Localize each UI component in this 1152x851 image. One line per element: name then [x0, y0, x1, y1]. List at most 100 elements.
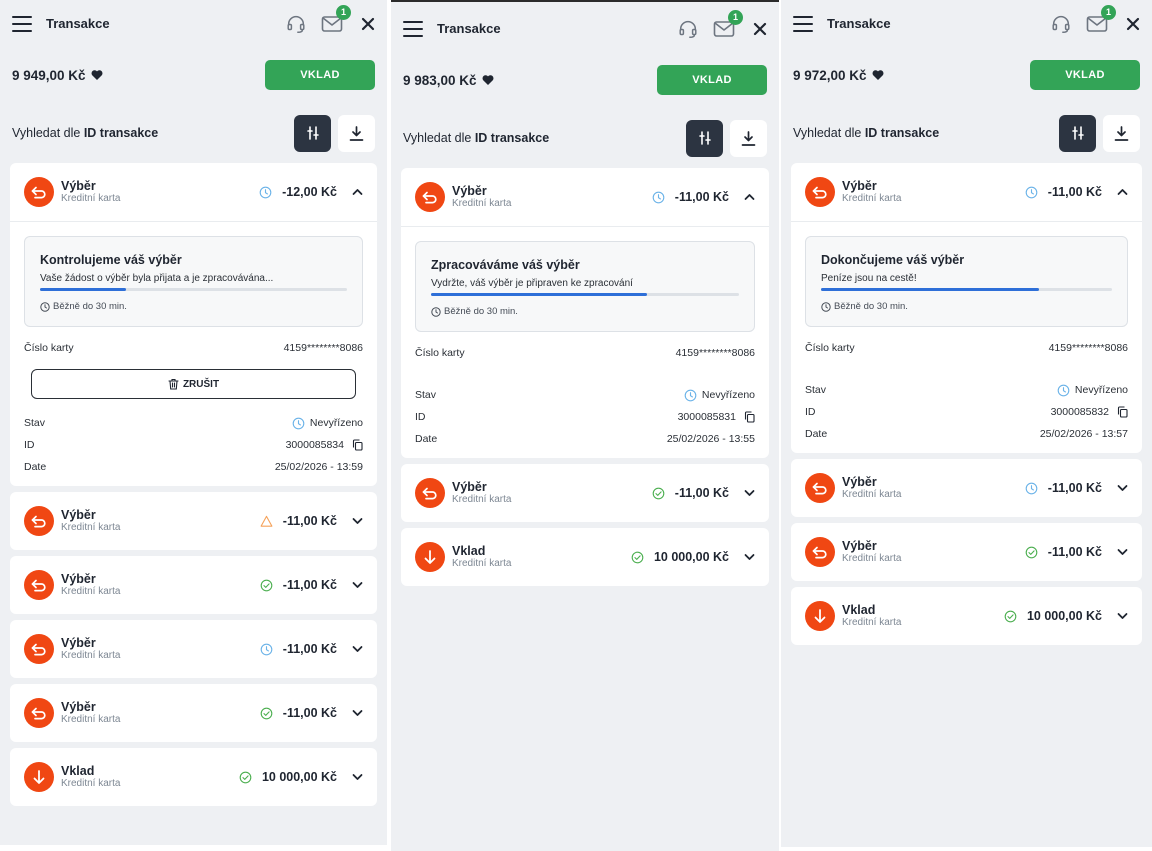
search-field-name: ID transakce	[864, 126, 940, 140]
withdraw-icon	[24, 177, 54, 207]
download-button[interactable]	[730, 119, 767, 157]
transaction-header[interactable]: Výběr Kreditní karta -11,00 Kč	[10, 492, 377, 550]
inbox-button[interactable]: 1	[713, 9, 743, 38]
transaction-card[interactable]: Výběr Kreditní karta -11,00 Kč	[791, 523, 1142, 581]
transaction-header[interactable]: Výběr Kreditní karta -11,00 Kč	[10, 556, 377, 614]
card-number-row: Číslo karty 4159********8086	[805, 337, 1128, 359]
hamburger-menu-icon[interactable]	[12, 15, 32, 32]
balance-selector[interactable]: 9 949,00 Kč	[12, 68, 265, 83]
copy-icon[interactable]	[1117, 406, 1128, 418]
copy-icon[interactable]	[744, 411, 755, 423]
filter-button[interactable]	[686, 119, 723, 157]
transaction-card[interactable]: Výběr Kreditní karta -11,00 Kč	[10, 492, 377, 550]
chevron-up-icon[interactable]	[744, 193, 755, 201]
heart-icon	[91, 70, 103, 80]
transaction-header[interactable]: Výběr Kreditní karta -11,00 Kč	[10, 620, 377, 678]
balance-selector[interactable]: 9 983,00 Kč	[403, 73, 657, 88]
chevron-down-icon[interactable]	[352, 645, 363, 653]
headset-support-icon[interactable]	[677, 18, 699, 40]
filter-button[interactable]	[1059, 114, 1096, 152]
page-title: Transakce	[46, 16, 110, 31]
transaction-header[interactable]: Výběr Kreditní karta -11,00 Kč	[10, 684, 377, 742]
transaction-header[interactable]: Vklad Kreditní karta 10 000,00 Kč	[401, 528, 769, 586]
headset-support-icon[interactable]	[1050, 13, 1072, 35]
card-number-value: 4159********8086	[283, 342, 363, 354]
chevron-down-icon[interactable]	[352, 709, 363, 717]
transaction-card[interactable]: Výběr Kreditní karta -11,00 Kč	[791, 459, 1142, 517]
deposit-button[interactable]: VKLAD	[657, 65, 767, 95]
search-prefix: Vyhledat dle	[793, 126, 862, 140]
chevron-down-icon[interactable]	[352, 581, 363, 589]
search-by-id-label[interactable]: Vyhledat dle ID transakce	[12, 126, 294, 140]
chevron-down-icon[interactable]	[744, 489, 755, 497]
headset-support-icon[interactable]	[285, 13, 307, 35]
search-by-id-label[interactable]: Vyhledat dle ID transakce	[403, 131, 686, 145]
sliders-icon	[698, 131, 711, 145]
transaction-header[interactable]: Výběr Kreditní karta -11,00 Kč	[791, 459, 1142, 517]
transaction-card[interactable]: Výběr Kreditní karta -11,00 Kč	[10, 620, 377, 678]
transaction-type: Výběr	[61, 508, 96, 522]
chevron-down-icon[interactable]	[352, 773, 363, 781]
close-icon[interactable]	[361, 17, 375, 31]
status-value: Nevyřízeno	[701, 389, 755, 401]
date-value: 25/02/2026 - 13:55	[666, 433, 755, 445]
status-label: Stav	[24, 417, 46, 429]
transaction-info: Vklad Kreditní karta	[842, 603, 1004, 629]
transaction-card[interactable]: Vklad Kreditní karta 10 000,00 Kč	[10, 748, 377, 806]
chevron-down-icon[interactable]	[1117, 484, 1128, 492]
transaction-card-expanded: Výběr Kreditní karta -11,00 Kč Zpracováv…	[401, 168, 769, 458]
payment-method: Kreditní karta	[452, 494, 512, 505]
transaction-header[interactable]: Výběr Kreditní karta -11,00 Kč	[401, 168, 769, 226]
transaction-header[interactable]: Výběr Kreditní karta -12,00 Kč	[10, 163, 377, 221]
deposit-button[interactable]: VKLAD	[265, 60, 375, 90]
card-number-value: 4159********8086	[675, 347, 755, 359]
panel-content: Transakce 1 9 983,00 Kč VKLAD Vyhledat d…	[391, 5, 779, 592]
chevron-down-icon[interactable]	[744, 553, 755, 561]
transaction-card[interactable]: Vklad Kreditní karta 10 000,00 Kč	[791, 587, 1142, 645]
download-button[interactable]	[338, 114, 375, 152]
inbox-button[interactable]: 1	[321, 4, 351, 33]
transaction-header[interactable]: Vklad Kreditní karta 10 000,00 Kč	[10, 748, 377, 806]
eta-text: Běžně do 30 min.	[53, 301, 127, 312]
inbox-button[interactable]: 1	[1086, 4, 1116, 33]
close-icon[interactable]	[1126, 17, 1140, 31]
payment-method: Kreditní karta	[61, 522, 121, 533]
balance-amount: 9 949,00 Kč	[12, 67, 86, 83]
transaction-card[interactable]: Vklad Kreditní karta 10 000,00 Kč	[401, 528, 769, 586]
close-icon[interactable]	[753, 22, 767, 36]
search-by-id-label[interactable]: Vyhledat dle ID transakce	[793, 126, 1059, 140]
progress-title: Kontrolujeme váš výběr	[40, 253, 182, 267]
chevron-down-icon[interactable]	[1117, 548, 1128, 556]
download-button[interactable]	[1103, 114, 1140, 152]
transaction-amount: -11,00 Kč	[1047, 481, 1102, 495]
chevron-up-icon[interactable]	[1117, 188, 1128, 196]
transactions-panel-2: Transakce 1 9 983,00 Kč VKLAD Vyhledat d…	[391, 0, 779, 851]
search-row: Vyhledat dle ID transakce	[391, 108, 779, 168]
transaction-card[interactable]: Výběr Kreditní karta -11,00 Kč	[10, 556, 377, 614]
cancel-withdrawal-button[interactable]: ZRUŠIT	[31, 369, 356, 399]
chevron-down-icon[interactable]	[352, 517, 363, 525]
transaction-card[interactable]: Výběr Kreditní karta -11,00 Kč	[401, 464, 769, 522]
id-row: ID 3000085831	[415, 406, 755, 428]
chevron-up-icon[interactable]	[352, 188, 363, 196]
panel-content: Transakce 1 9 949,00 Kč VKLAD Vyhledat d…	[0, 0, 387, 812]
balance-selector[interactable]: 9 972,00 Kč	[793, 68, 1030, 83]
clock-icon	[1025, 186, 1038, 198]
transaction-header[interactable]: Výběr Kreditní karta -11,00 Kč	[401, 464, 769, 522]
hamburger-menu-icon[interactable]	[403, 20, 423, 37]
payment-method: Kreditní karta	[842, 489, 902, 500]
transaction-card[interactable]: Výběr Kreditní karta -11,00 Kč	[10, 684, 377, 742]
deposit-button[interactable]: VKLAD	[1030, 60, 1140, 90]
transaction-header[interactable]: Výběr Kreditní karta -11,00 Kč	[791, 523, 1142, 581]
hamburger-menu-icon[interactable]	[793, 15, 813, 32]
transaction-header[interactable]: Vklad Kreditní karta 10 000,00 Kč	[791, 587, 1142, 645]
status-value: Nevyřízeno	[309, 417, 363, 429]
transaction-amount: -12,00 Kč	[282, 185, 337, 199]
transaction-header[interactable]: Výběr Kreditní karta -11,00 Kč	[791, 163, 1142, 221]
chevron-down-icon[interactable]	[1117, 612, 1128, 620]
page-title: Transakce	[827, 16, 891, 31]
filter-button[interactable]	[294, 114, 331, 152]
copy-icon[interactable]	[352, 439, 363, 451]
status-value-wrap: Nevyřízeno	[1057, 384, 1128, 397]
payment-method: Kreditní karta	[842, 617, 902, 628]
